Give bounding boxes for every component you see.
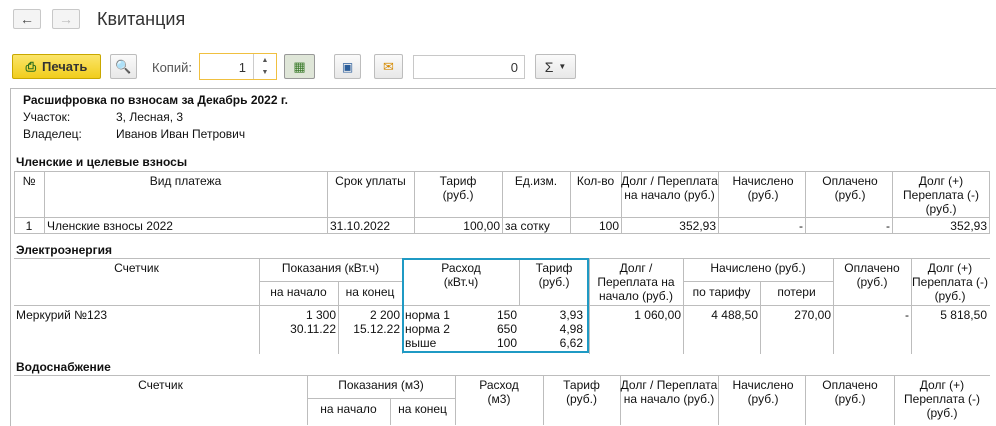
electric-balance: 5 818,50 — [940, 308, 987, 322]
back-button[interactable]: ← — [13, 9, 41, 29]
membership-header-num: № — [22, 174, 36, 188]
membership-header-unit: Ед.изм. — [514, 174, 558, 188]
copies-label: Копий: — [152, 60, 192, 75]
membership-header-type: Вид платежа — [149, 174, 222, 188]
edit-mode-button[interactable]: ▦ — [284, 54, 315, 79]
electric-by-tariff: 4 488,50 — [711, 308, 758, 322]
membership-header-due: Срок уплаты — [335, 174, 406, 188]
forward-button[interactable]: → — [52, 9, 80, 29]
water-header-charged: Начислено (руб.) — [732, 378, 794, 406]
printer-icon: ⎙ — [25, 58, 36, 74]
electric-start-date: 30.11.22 — [290, 322, 336, 336]
membership-cell-qty: 100 — [598, 219, 619, 233]
membership-cell-due: 31.10.2022 — [330, 219, 391, 233]
electric-header-meter: Счетчик — [114, 261, 159, 275]
membership-header-tariff: Тариф (руб.) — [439, 174, 477, 202]
membership-cell-tariff: 100,00 — [463, 219, 500, 233]
stepper-up-icon[interactable]: ▲ — [262, 57, 269, 64]
electric-header-readings: Показания (кВт.ч) — [281, 261, 380, 275]
water-header-tariff: Тариф (руб.) — [563, 378, 600, 406]
membership-header-charged: Начислено (руб.) — [732, 174, 794, 202]
membership-cell-balance: 352,93 — [950, 219, 987, 233]
floppy-icon: ▣ — [341, 59, 354, 74]
arrow-right-icon: → — [59, 11, 73, 27]
electric-header-balance: Долг (+) Переплата (-) (руб.) — [912, 261, 988, 303]
water-header-debt: Долг / Переплата на начало (руб.) — [620, 378, 718, 406]
membership-cell-charged: - — [799, 219, 803, 233]
water-header-balance: Долг (+) Переплата (-) (руб.) — [904, 378, 980, 420]
sigma-icon: Σ — [544, 58, 554, 75]
window-title: Квитанция — [97, 9, 186, 29]
electric-section-title: Электроэнергия — [16, 243, 113, 257]
sum-field[interactable]: 0 — [413, 55, 525, 79]
electric-paid: - — [905, 308, 909, 322]
water-header-usage: Расход (м3) — [479, 378, 519, 406]
electric-debt: 1 060,00 — [634, 308, 681, 322]
envelope-icon: ✉ — [383, 58, 394, 74]
plot-value: 3, Лесная, 3 — [116, 110, 184, 124]
membership-header-balance: Долг (+) Переплата (-) (руб.) — [903, 174, 979, 216]
edit-table-icon: ▦ — [293, 58, 306, 74]
water-section-title: Водоснабжение — [16, 360, 111, 374]
water-header-end: на конец — [398, 402, 447, 416]
electric-end-value: 2 200 — [369, 308, 400, 322]
electric-header-end: на конец — [345, 285, 395, 299]
electric-header-paid: Оплачено (руб.) — [844, 261, 900, 289]
membership-header-paid: Оплачено (руб.) — [822, 174, 878, 202]
membership-cell-num: 1 — [25, 219, 33, 233]
membership-cell-paid: - — [886, 219, 890, 233]
electric-header-start: на начало — [270, 285, 327, 299]
membership-section-title: Членские и целевые взносы — [16, 155, 188, 169]
membership-header-qty: Кол-во — [576, 174, 615, 188]
save-button[interactable]: ▣ — [334, 54, 361, 79]
chevron-down-icon: ▼ — [558, 62, 567, 71]
arrow-left-icon: ← — [20, 11, 34, 27]
stepper-down-icon[interactable]: ▼ — [262, 69, 269, 76]
print-button[interactable]: ⎙ Печать — [12, 54, 101, 79]
preview-button[interactable]: 🔍 — [110, 54, 137, 79]
membership-header-debt: Долг / Переплата на начало (руб.) — [621, 174, 718, 202]
electric-header-by-tariff: по тарифу — [692, 285, 751, 299]
copies-stepper[interactable]: 1 ▲ ▼ — [199, 53, 277, 80]
electric-losses: 270,00 — [794, 308, 831, 322]
water-header-start: на начало — [320, 402, 377, 416]
membership-cell-debt: 352,93 — [679, 219, 716, 233]
owner-value: Иванов Иван Петрович — [116, 127, 246, 141]
water-header-paid: Оплачено (руб.) — [822, 378, 878, 406]
plot-label: Участок: — [23, 110, 71, 124]
electric-meter-name: Меркурий №123 — [16, 308, 108, 322]
electric-header-losses: потери — [777, 285, 816, 299]
owner-label: Владелец: — [23, 127, 82, 141]
sum-dropdown-button[interactable]: Σ ▼ — [535, 54, 576, 79]
electric-end-date: 15.12.22 — [353, 322, 400, 336]
electric-header-charged: Начислено (руб.) — [710, 261, 806, 275]
usage-tariff-highlight — [402, 258, 589, 353]
report-header: Расшифровка по взносам за Декабрь 2022 г… — [23, 93, 288, 107]
electric-start-value: 1 300 — [305, 308, 336, 322]
water-header-meter: Счетчик — [138, 378, 183, 392]
water-header-readings: Показания (м3) — [338, 378, 424, 392]
membership-cell-unit: за сотку — [505, 219, 550, 233]
electric-header-debt: Долг / Переплата на начало (руб.) — [597, 261, 675, 303]
membership-cell-type: Членские взносы 2022 — [47, 219, 173, 233]
email-button[interactable]: ✉ — [374, 54, 403, 79]
magnifier-page-icon: 🔍 — [115, 58, 132, 74]
